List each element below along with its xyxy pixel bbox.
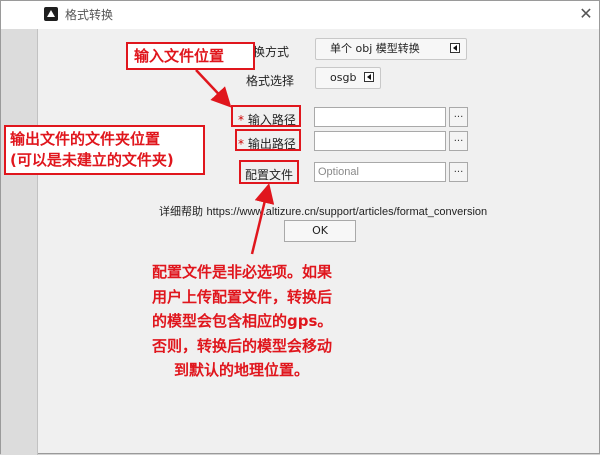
output-note-line2: (可以是未建立的文件夹) (10, 151, 174, 169)
method-dropdown[interactable]: 单个 obj 模型转换 (315, 38, 467, 60)
dropdown-arrow-icon (364, 72, 374, 82)
format-label: 格式选择 (246, 74, 295, 88)
help-label: 详细帮助 (159, 205, 203, 218)
ok-button[interactable]: OK (284, 220, 356, 242)
output-path-field[interactable] (314, 131, 446, 151)
config-file-note: 配置文件是非必选项。如果 用户上传配置文件，转换后 的模型会包含相应的gps。 … (152, 260, 332, 383)
config-note-line: 到默认的地理位置。 (174, 361, 310, 379)
window-title: 格式转换 (65, 8, 114, 22)
format-dropdown[interactable]: osgb (315, 67, 381, 89)
help-link[interactable]: https://www.altizure.cn/support/articles… (207, 206, 488, 218)
dropdown-arrow-icon (450, 43, 460, 53)
output-note-line1: 输出文件的文件夹位置 (10, 130, 161, 148)
config-note-line: 的模型会包含相应的gps。 (152, 312, 333, 330)
config-note-line: 否则，转换后的模型会移动 (152, 336, 333, 355)
app-logo-icon (44, 7, 58, 21)
help-line: 详细帮助 https://www.altizure.cn/support/art… (159, 203, 487, 219)
output-browse-button[interactable]: ... (449, 131, 468, 151)
config-browse-button[interactable]: ... (449, 162, 468, 182)
input-browse-button[interactable]: ... (449, 107, 468, 127)
input-location-note: 输入文件位置 (126, 42, 255, 70)
input-label-highlight (231, 105, 301, 127)
format-value: osgb (330, 71, 357, 84)
output-location-note: 输出文件的文件夹位置 (可以是未建立的文件夹) (4, 125, 205, 175)
config-label-highlight (239, 160, 299, 184)
method-value: 单个 obj 模型转换 (330, 42, 420, 55)
close-button[interactable]: ✕ (575, 3, 597, 25)
config-note-line: 用户上传配置文件，转换后 (152, 287, 333, 306)
input-path-field[interactable] (314, 107, 446, 127)
config-file-field[interactable]: Optional (314, 162, 446, 182)
format-conversion-dialog: 格式转换 ✕ 转换方式 单个 obj 模型转换 格式选择 osgb * 输入路径… (0, 0, 600, 455)
config-note-line: 配置文件是非必选项。如果 (152, 263, 333, 281)
left-panel-strip (1, 29, 38, 455)
title-bar: 格式转换 ✕ (1, 1, 599, 29)
output-label-highlight (235, 129, 301, 151)
